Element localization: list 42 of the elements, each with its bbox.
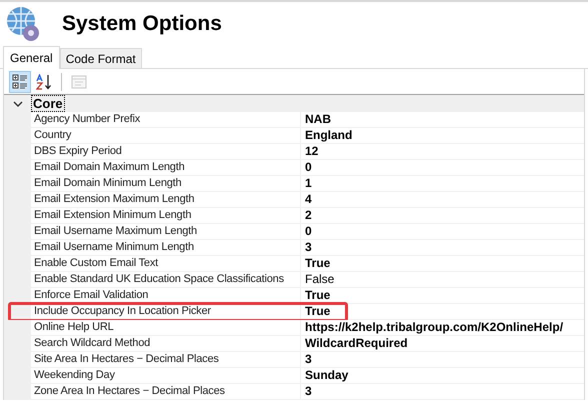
- property-name[interactable]: Email Username Maximum Length: [31, 224, 301, 240]
- property-name[interactable]: Email Username Minimum Length: [31, 240, 301, 256]
- property-value[interactable]: England: [301, 128, 584, 144]
- property-value[interactable]: 3: [301, 384, 584, 400]
- property-name[interactable]: Email Extension Maximum Length: [31, 192, 301, 208]
- property-name[interactable]: Country: [31, 128, 301, 144]
- property-value[interactable]: 2: [301, 208, 584, 224]
- property-value[interactable]: 1: [301, 176, 584, 192]
- property-value[interactable]: 4: [301, 192, 584, 208]
- property-name[interactable]: Search Wildcard Method: [31, 336, 301, 352]
- property-name[interactable]: DBS Expiry Period: [31, 144, 301, 160]
- property-value[interactable]: NAB: [301, 112, 584, 128]
- property-name[interactable]: Enable Standard UK Education Space Classifications: [31, 272, 301, 288]
- property-value[interactable]: 3: [301, 240, 584, 256]
- property-value[interactable]: WildcardRequired: [301, 336, 584, 352]
- property-value[interactable]: False: [301, 272, 584, 288]
- property-name[interactable]: Site Area In Hectares − Decimal Places: [31, 352, 301, 368]
- property-value[interactable]: 0: [301, 160, 584, 176]
- property-name[interactable]: Email Extension Minimum Length: [31, 208, 301, 224]
- property-value[interactable]: True: [301, 256, 584, 272]
- property-name[interactable]: Agency Number Prefix: [31, 112, 301, 128]
- property-value[interactable]: True: [301, 304, 584, 320]
- window-title: System Options: [62, 11, 222, 38]
- tab[interactable]: General: [3, 46, 60, 69]
- property-pages-icon: [71, 74, 87, 90]
- tab[interactable]: Code Format: [60, 48, 142, 68]
- chevron-icon[interactable]: [12, 98, 22, 108]
- property-value[interactable]: Sunday: [301, 368, 584, 384]
- property-value[interactable]: True: [301, 288, 584, 304]
- sort-icon: [36, 74, 52, 90]
- property-value[interactable]: 3: [301, 352, 584, 368]
- property-value[interactable]: 0: [301, 224, 584, 240]
- property-name[interactable]: Email Domain Maximum Length: [31, 160, 301, 176]
- property-name[interactable]: Weekending Day: [31, 368, 301, 384]
- property-value[interactable]: https://k2help.tribalgroup.com/K2OnlineHelp/: [301, 320, 584, 336]
- categorized-icon: [12, 74, 28, 90]
- toolbar-button[interactable]: [9, 70, 31, 92]
- property-value[interactable]: 12: [301, 144, 584, 160]
- property-name[interactable]: Email Domain Minimum Length: [31, 176, 301, 192]
- property-name[interactable]: Enable Custom Email Text: [31, 256, 301, 272]
- property-name[interactable]: Online Help URL: [31, 320, 301, 336]
- property-name[interactable]: Zone Area In Hectares − Decimal Places: [31, 384, 301, 400]
